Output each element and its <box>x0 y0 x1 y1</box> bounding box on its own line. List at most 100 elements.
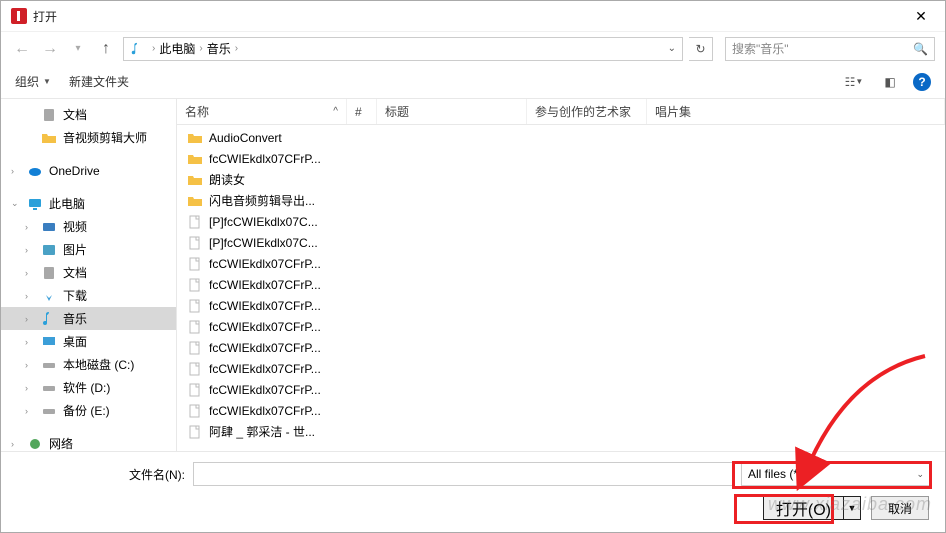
chevron-right-icon: › <box>25 337 28 347</box>
sidebar-item-video[interactable]: › 视频 <box>1 215 176 238</box>
file-list[interactable]: AudioConvert fcCWIEkdlx07CFrP... 朗读女闪电音频剪辑… <box>177 125 945 451</box>
filename-input[interactable] <box>193 462 733 486</box>
sidebar-item-pictures[interactable]: › 图片 <box>1 238 176 261</box>
drive-icon <box>41 357 57 373</box>
help-icon[interactable]: ? <box>913 73 931 91</box>
file-row[interactable]: 阿肆 _ 郭采洁 - 世... <box>177 421 945 442</box>
new-folder-label: 新建文件夹 <box>69 73 129 90</box>
address-bar[interactable]: › 此电脑 › 音乐 › ⌄ <box>123 37 683 61</box>
chevron-right-icon: › <box>25 222 28 232</box>
file-name: 朗读女 <box>209 171 349 188</box>
open-label: 打开(O) <box>776 496 831 520</box>
back-button[interactable]: ← <box>11 38 33 60</box>
file-name: fcCWIEkdlx07CFrP... <box>209 341 349 355</box>
sidebar-item-network[interactable]: › 网络 <box>1 432 176 451</box>
recent-dropdown[interactable]: ▾ <box>67 38 89 60</box>
file-name: fcCWIEkdlx07CFrP... <box>209 320 349 334</box>
sidebar-item-ddrive[interactable]: › 软件 (D:) <box>1 376 176 399</box>
file-name: 阿肆 _ 郭采洁 - 世... <box>209 423 349 440</box>
refresh-button[interactable]: ↻ <box>689 37 713 61</box>
document-icon <box>41 107 57 123</box>
sidebar-item-thispc[interactable]: ⌄ 此电脑 <box>1 192 176 215</box>
column-artist[interactable]: 参与创作的艺术家 <box>527 99 647 124</box>
file-row[interactable]: [P]fcCWIEkdlx07C... <box>177 232 945 253</box>
open-dropdown[interactable]: ▼ <box>843 496 861 520</box>
file-name: fcCWIEkdlx07CFrP... <box>209 383 349 397</box>
image-icon <box>41 242 57 258</box>
file-row[interactable]: fcCWIEkdlx07CFrP... <box>177 337 945 358</box>
file-icon <box>187 361 203 377</box>
filetype-filter[interactable]: All files (*.*) ⌄ <box>741 462 931 486</box>
file-row[interactable]: fcCWIEkdlx07CFrP... <box>177 379 945 400</box>
chevron-right-icon: › <box>25 291 28 301</box>
organize-label: 组织 <box>15 73 39 90</box>
sidebar-item-desktop[interactable]: › 桌面 <box>1 330 176 353</box>
file-icon <box>187 277 203 293</box>
new-folder-button[interactable]: 新建文件夹 <box>69 73 129 90</box>
file-row[interactable]: fcCWIEkdlx07CFrP... <box>177 400 945 421</box>
file-row[interactable]: fcCWIEkdlx07CFrP... <box>177 253 945 274</box>
file-name: AudioConvert <box>209 131 349 145</box>
sidebar-item-onedrive[interactable]: › OneDrive <box>1 159 176 182</box>
file-icon <box>187 382 203 398</box>
chevron-right-icon: › <box>199 43 202 54</box>
chevron-right-icon: › <box>152 43 155 54</box>
file-row[interactable]: fcCWIEkdlx07CFrP... <box>177 148 945 169</box>
file-row[interactable]: 朗读女 <box>177 169 945 190</box>
sidebar-item-audioeditor[interactable]: 音视频剪辑大师 <box>1 126 176 149</box>
close-icon[interactable]: ✕ <box>901 8 941 25</box>
preview-pane-button[interactable]: ◧ <box>877 73 903 91</box>
download-icon <box>41 288 57 304</box>
search-placeholder: 搜索"音乐" <box>732 40 789 57</box>
file-icon <box>187 298 203 314</box>
sidebar-item-downloads[interactable]: › 下载 <box>1 284 176 307</box>
column-album[interactable]: 唱片集 <box>647 99 945 124</box>
organize-button[interactable]: 组织 ▼ <box>15 73 51 90</box>
view-options-button[interactable]: ☷ ▼ <box>841 73 867 91</box>
sidebar-item-music[interactable]: › 音乐 <box>1 307 176 330</box>
open-button[interactable]: 打开(O) ▼ <box>763 496 861 520</box>
chevron-down-icon: ⌄ <box>916 469 924 480</box>
search-icon: 🔍 <box>913 42 928 56</box>
sidebar-item-documents2[interactable]: › 文档 <box>1 261 176 284</box>
crumb-music[interactable]: 音乐 <box>207 40 231 57</box>
column-number[interactable]: # <box>347 99 377 124</box>
folder-icon <box>187 172 203 188</box>
search-input[interactable]: 搜索"音乐" 🔍 <box>725 37 935 61</box>
forward-button[interactable]: → <box>39 38 61 60</box>
file-icon <box>187 235 203 251</box>
address-dropdown[interactable]: ⌄ <box>668 43 676 54</box>
music-icon <box>41 311 57 327</box>
file-row[interactable]: fcCWIEkdlx07CFrP... <box>177 358 945 379</box>
sidebar: 文档 音视频剪辑大师 › OneDrive ⌄ 此电脑 › 视频 <box>1 99 177 451</box>
sidebar-item-edrive[interactable]: › 备份 (E:) <box>1 399 176 422</box>
file-row[interactable]: AudioConvert <box>177 127 945 148</box>
file-icon <box>187 403 203 419</box>
column-headers: 名称^ # 标题 参与创作的艺术家 唱片集 <box>177 99 945 125</box>
monitor-icon <box>27 196 43 212</box>
document-icon <box>41 265 57 281</box>
folder-icon <box>187 193 203 209</box>
crumb-thispc[interactable]: 此电脑 <box>159 40 195 57</box>
file-row[interactable]: fcCWIEkdlx07CFrP... <box>177 274 945 295</box>
file-row[interactable]: fcCWIEkdlx07CFrP... <box>177 295 945 316</box>
folder-icon <box>187 151 203 167</box>
file-row[interactable]: 闪电音频剪辑导出... <box>177 190 945 211</box>
file-row[interactable]: [P]fcCWIEkdlx07C... <box>177 211 945 232</box>
up-button[interactable]: ↑ <box>95 38 117 60</box>
file-row[interactable]: fcCWIEkdlx07CFrP... <box>177 316 945 337</box>
sidebar-item-documents[interactable]: 文档 <box>1 103 176 126</box>
file-name: fcCWIEkdlx07CFrP... <box>209 278 349 292</box>
cancel-label: 取消 <box>888 500 912 517</box>
cancel-button[interactable]: 取消 <box>871 496 929 520</box>
bottom-bar: 文件名(N): All files (*.*) ⌄ 打开(O) ▼ 取消 <box>1 451 945 532</box>
column-title[interactable]: 标题 <box>377 99 527 124</box>
file-icon <box>187 319 203 335</box>
file-name: [P]fcCWIEkdlx07C... <box>209 215 349 229</box>
chevron-right-icon: › <box>25 245 28 255</box>
chevron-right-icon: › <box>11 439 14 449</box>
folder-icon <box>187 130 203 146</box>
app-icon <box>11 8 27 24</box>
column-name[interactable]: 名称^ <box>177 99 347 124</box>
sidebar-item-cdrive[interactable]: › 本地磁盘 (C:) <box>1 353 176 376</box>
